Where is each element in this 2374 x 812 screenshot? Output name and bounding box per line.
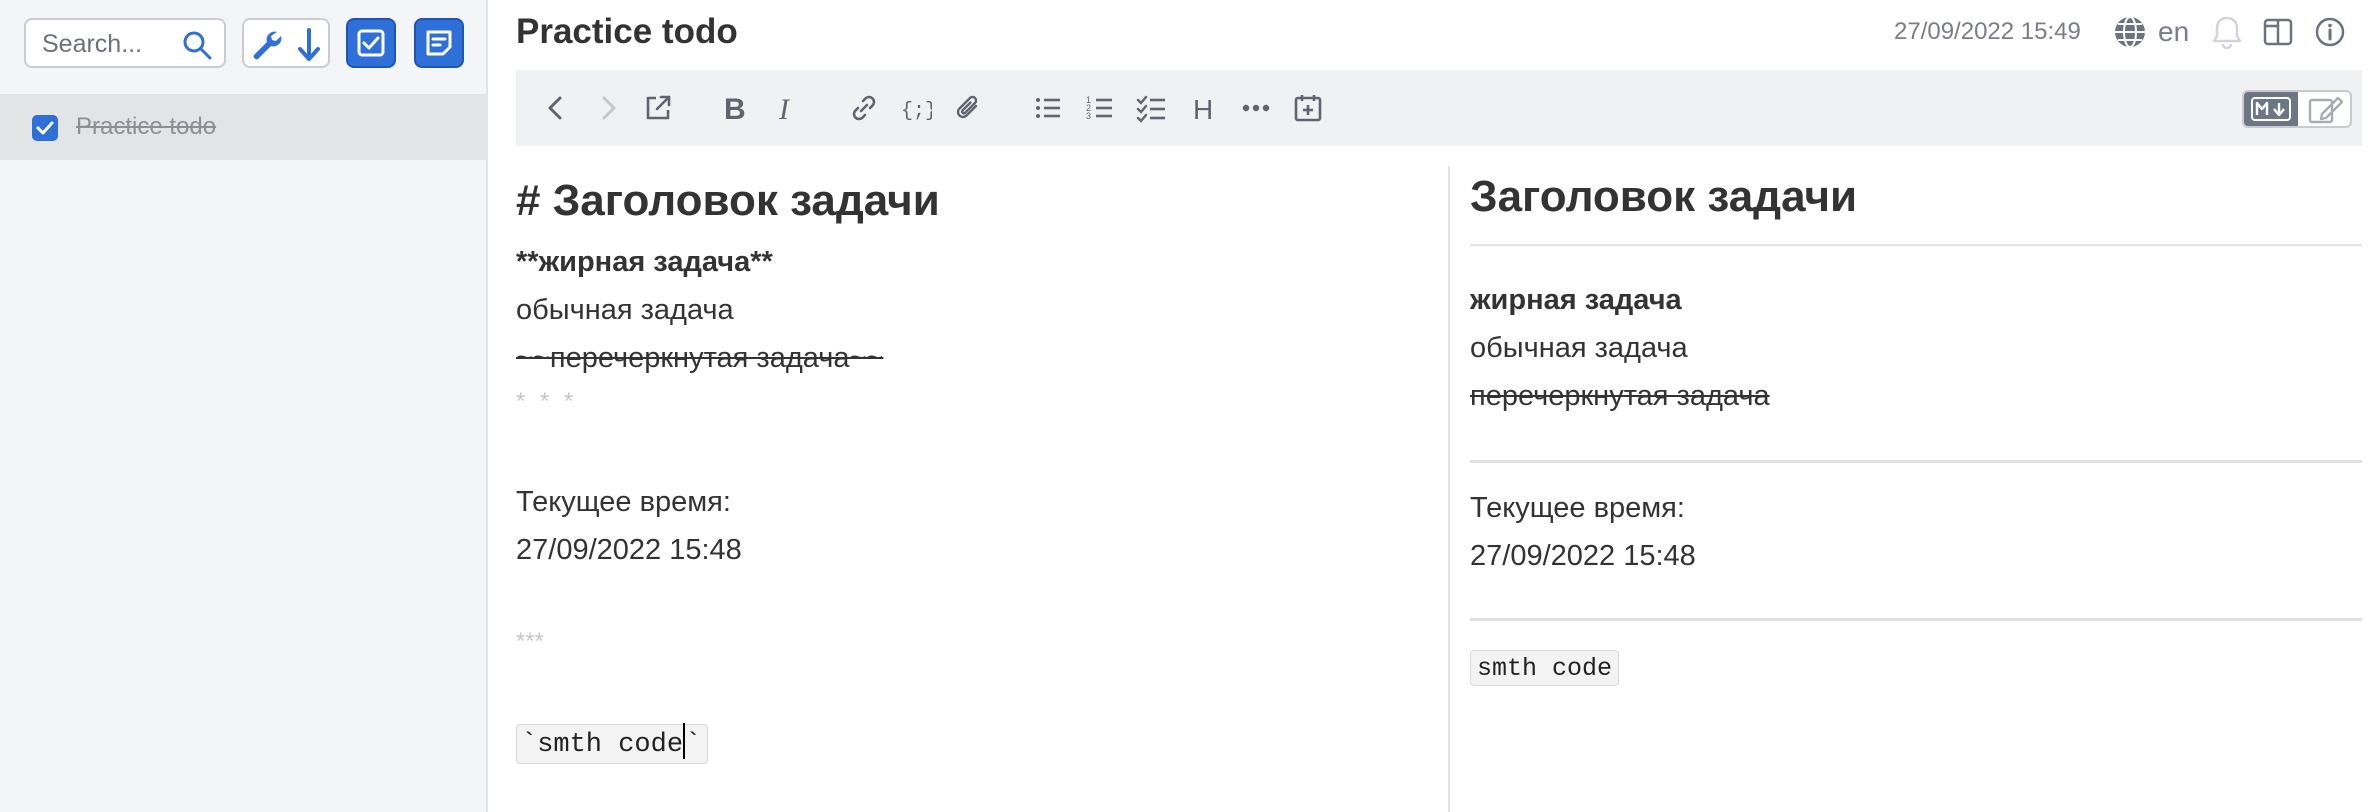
heading-icon: H xyxy=(1193,94,1213,124)
numbered-list-button[interactable]: 1 2 3 xyxy=(1080,88,1120,128)
check-icon xyxy=(36,121,54,135)
editor-strike-line: ~~перечеркнутая задача~~ xyxy=(516,342,884,374)
chevron-left-icon xyxy=(548,96,562,120)
todo-checkbox[interactable] xyxy=(32,115,58,141)
code-button[interactable]: {;} xyxy=(896,88,936,128)
svg-text:{;}: {;} xyxy=(901,100,932,123)
editor-code-text: `smth code xyxy=(521,730,684,761)
external-link-icon xyxy=(646,95,671,120)
checkbox-icon xyxy=(357,29,385,57)
todo-list-item[interactable]: Practice todo xyxy=(0,94,486,160)
note-icon xyxy=(426,30,452,56)
info-icon[interactable] xyxy=(2314,16,2346,48)
editor-toolbar: B I {;} 1 2 3 xyxy=(516,70,2362,146)
bold-icon: B xyxy=(724,93,746,124)
bell-icon[interactable] xyxy=(2210,14,2244,50)
todo-label: Practice todo xyxy=(76,113,217,140)
preview-time-value: 27/09/2022 15:48 xyxy=(1470,540,1696,572)
bullet-list-button[interactable] xyxy=(1028,88,1068,128)
open-external-button[interactable] xyxy=(638,88,678,128)
editor-bold-line: **жирная задача** xyxy=(516,246,773,278)
search-box[interactable] xyxy=(24,18,226,68)
page-title: Practice todo xyxy=(516,12,738,51)
preview-heading: Заголовок задачи xyxy=(1470,172,1858,221)
search-icon[interactable] xyxy=(182,30,212,60)
markdown-editor[interactable]: # Заголовок задачи **жирная задача** обы… xyxy=(516,166,1436,812)
attach-button[interactable] xyxy=(948,88,988,128)
new-note-button[interactable] xyxy=(414,18,464,68)
editor-normal-line: обычная задача xyxy=(516,294,734,326)
preview-horizontal-rule xyxy=(1470,460,2362,463)
calendar-plus-icon xyxy=(1294,95,1322,122)
checklist-button[interactable] xyxy=(1132,88,1172,128)
link-button[interactable] xyxy=(844,88,884,128)
preview-heading-underline xyxy=(1470,244,2362,246)
editor-code-backtick: ` xyxy=(685,730,702,761)
heading-button[interactable]: H xyxy=(1184,88,1224,128)
preview-inline-code: smth code xyxy=(1470,650,1620,686)
preview-bold-text: жирная задача xyxy=(1470,284,1682,316)
pane-divider[interactable] xyxy=(1448,166,1450,812)
back-button[interactable] xyxy=(536,88,576,128)
svg-text:I: I xyxy=(778,93,791,124)
bullet-list-icon xyxy=(1036,98,1060,118)
editor-hr-line-2: *** xyxy=(516,628,545,655)
preview-horizontal-rule-2 xyxy=(1470,618,2362,621)
markdown-mode-button[interactable] xyxy=(2244,92,2298,126)
preview-normal-text: обычная задача xyxy=(1470,332,1688,364)
more-button[interactable] xyxy=(1236,88,1276,128)
bold-button[interactable]: B xyxy=(714,88,754,128)
numbered-list-icon: 1 2 3 xyxy=(1086,95,1112,121)
markdown-icon xyxy=(2251,97,2291,121)
more-dots-icon xyxy=(1242,104,1270,112)
sort-down-icon[interactable] xyxy=(294,28,324,62)
chevron-right-icon xyxy=(602,96,616,120)
sort-settings-group xyxy=(242,18,330,68)
wrench-icon[interactable] xyxy=(250,28,284,62)
sidebar: Practice todo xyxy=(0,0,488,812)
datetime-label: 27/09/2022 15:49 xyxy=(1894,18,2081,45)
forward-button[interactable] xyxy=(588,88,628,128)
checklist-icon xyxy=(1136,95,1165,123)
editor-hr-line: * * * xyxy=(516,388,578,415)
markdown-preview: Заголовок задачи жирная задача обычная з… xyxy=(1470,166,2362,812)
svg-text:3: 3 xyxy=(1086,111,1091,121)
link-icon xyxy=(852,95,876,121)
italic-button[interactable]: I xyxy=(766,88,806,128)
globe-icon[interactable] xyxy=(2112,14,2148,50)
paperclip-icon xyxy=(956,95,978,119)
code-braces-icon: {;} xyxy=(901,100,932,123)
split-view-icon[interactable] xyxy=(2262,16,2294,48)
svg-text:H: H xyxy=(1193,94,1213,124)
editor-time-label: Текущее время: xyxy=(516,486,731,518)
editor-time-value: 27/09/2022 15:48 xyxy=(516,534,742,566)
editor-mode-switch xyxy=(2242,90,2352,128)
preview-strike-text: перечеркнутая задача xyxy=(1470,380,1770,412)
editor-heading-line: # Заголовок задачи xyxy=(516,176,940,225)
editor-code-line: `smth code` xyxy=(516,723,709,764)
svg-text:B: B xyxy=(724,93,746,124)
insert-date-button[interactable] xyxy=(1288,88,1328,128)
preview-time-label: Текущее время: xyxy=(1470,492,1685,524)
language-selector[interactable]: en xyxy=(2158,16,2189,48)
italic-icon: I xyxy=(778,93,791,124)
rich-edit-icon[interactable] xyxy=(2304,94,2348,126)
new-todo-button[interactable] xyxy=(346,18,396,68)
search-input[interactable] xyxy=(42,30,182,58)
